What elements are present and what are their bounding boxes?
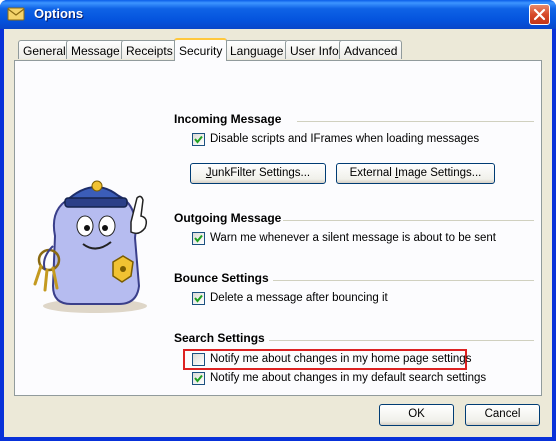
- notify-default-search-label: Notify me about changes in my default se…: [210, 372, 487, 384]
- app-icon: [7, 7, 25, 21]
- security-panel: Incoming Message Disable scripts and IFr…: [14, 60, 542, 396]
- tab-message[interactable]: Message: [66, 40, 125, 59]
- checkmark-icon: [194, 234, 203, 243]
- tab-general[interactable]: General: [18, 40, 71, 59]
- close-button[interactable]: [529, 4, 550, 25]
- security-mascot-illustration: [33, 180, 148, 313]
- tab-advanced[interactable]: Advanced: [339, 40, 403, 59]
- tab-receipts[interactable]: Receipts: [121, 40, 178, 59]
- incoming-section-title: Incoming Message: [174, 112, 282, 126]
- notify-default-search-checkbox[interactable]: [192, 372, 205, 385]
- bounce-separator: [273, 280, 534, 281]
- cancel-button[interactable]: Cancel: [465, 404, 540, 426]
- outgoing-separator: [283, 220, 534, 221]
- dialog-body: General Message Receipts Security Langua…: [4, 29, 552, 437]
- options-dialog: Options General Message Receipts Securit…: [0, 0, 556, 441]
- warn-silent-label: Warn me whenever a silent message is abo…: [210, 232, 496, 244]
- tab-language[interactable]: Language: [225, 40, 289, 59]
- external-image-settings-button[interactable]: External Image Settings...: [336, 163, 495, 184]
- checkmark-icon: [194, 135, 203, 144]
- checkmark-icon: [194, 294, 203, 303]
- checkmark-icon: [194, 374, 203, 383]
- search-section-title: Search Settings: [174, 331, 265, 345]
- delete-bounced-checkbox[interactable]: [192, 292, 205, 305]
- junkfilter-button-label: unkFilter Settings...: [211, 167, 311, 179]
- external-image-label-rest: mage Settings...: [398, 167, 482, 179]
- tab-user-info[interactable]: User Info: [285, 40, 344, 59]
- tab-security[interactable]: Security: [174, 38, 228, 61]
- notify-home-page-checkbox[interactable]: [192, 353, 205, 366]
- notify-home-page-label: Notify me about changes in my home page …: [210, 353, 472, 365]
- incoming-separator: [297, 121, 534, 122]
- outgoing-section-title: Outgoing Message: [174, 211, 282, 225]
- delete-bounced-label: Delete a message after bouncing it: [210, 292, 388, 304]
- disable-scripts-label: Disable scripts and IFrames when loading…: [210, 133, 480, 145]
- ok-button[interactable]: OK: [379, 404, 454, 426]
- title-bar[interactable]: Options: [0, 0, 556, 29]
- search-separator: [269, 340, 534, 341]
- external-image-label-prefix: External: [349, 167, 396, 179]
- warn-silent-checkbox[interactable]: [192, 232, 205, 245]
- close-icon: [533, 8, 546, 21]
- junkfilter-settings-button[interactable]: JunkFilter Settings...: [190, 163, 326, 184]
- window-title: Options: [34, 6, 84, 21]
- disable-scripts-checkbox[interactable]: [192, 133, 205, 146]
- bounce-section-title: Bounce Settings: [174, 271, 269, 285]
